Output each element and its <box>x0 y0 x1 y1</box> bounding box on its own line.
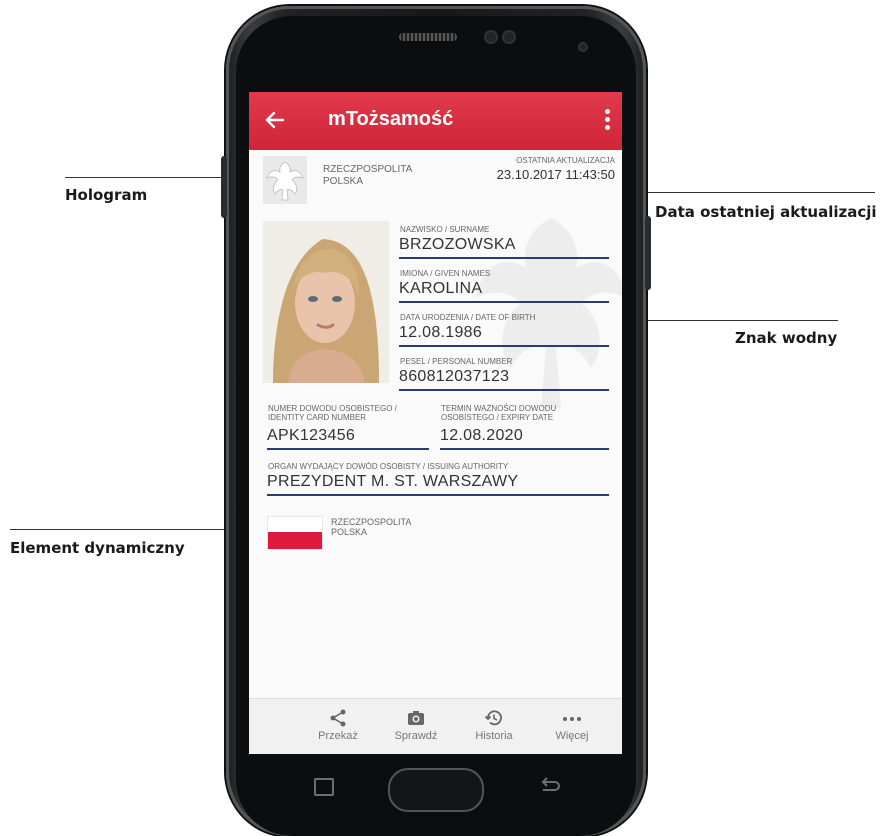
expiry-underline <box>440 448 609 450</box>
dob-value: 12.08.1986 <box>399 324 483 341</box>
holder-photo <box>263 221 389 383</box>
nav-przekaz[interactable]: Przekaż <box>303 699 373 754</box>
given-names-value: KAROLINA <box>399 280 483 297</box>
phone-frame: mTożsamość RZECZPOSPOLITA POLSKA OSTATNI… <box>221 6 651 836</box>
history-icon <box>484 710 502 726</box>
given-names-underline <box>399 301 609 303</box>
callout-element-dynamiczny: Element dynamiczny <box>10 539 185 557</box>
app-bar: mTożsamość <box>249 92 622 150</box>
expiry-value: 12.08.2020 <box>440 427 524 444</box>
sensor <box>502 30 516 44</box>
nav-label-wiecej: Więcej <box>555 730 589 742</box>
phone-screen: mTożsamość RZECZPOSPOLITA POLSKA OSTATNI… <box>249 92 622 754</box>
back-key-icon[interactable] <box>538 776 562 794</box>
share-icon <box>330 709 346 727</box>
nav-label-przekaz: Przekaż <box>318 730 358 742</box>
last-update-value: 23.10.2017 11:43:50 <box>496 167 615 182</box>
id-number-label: NUMER DOWODU OSOBISTEGO / IDENTITY CARD … <box>268 404 397 422</box>
back-arrow-icon[interactable] <box>261 106 289 134</box>
nav-wiecej[interactable]: Więcej <box>537 699 607 754</box>
callout-data-aktualizacji: Data ostatniej aktualizacji <box>655 203 877 221</box>
flag-country: RZECZPOSPOLITA POLSKA <box>331 517 412 537</box>
authority-underline <box>267 494 609 496</box>
callout-hologram: Hologram <box>65 186 148 204</box>
phone-side-button-left <box>221 156 227 218</box>
callout-znak-wodny: Znak wodny <box>735 329 838 347</box>
app-title: mTożsamość <box>328 108 454 130</box>
bottom-nav: Przekaż Sprawdź Historia Więcej <box>249 698 622 754</box>
pesel-label: PESEL / PERSONAL NUMBER <box>400 357 513 366</box>
nav-sprawdz[interactable]: Sprawdź <box>381 699 451 754</box>
dob-label: DATA URODZENIA / DATE OF BIRTH <box>400 313 536 322</box>
surname-label: NAZWISKO / SURNAME <box>400 225 490 234</box>
proximity-sensor <box>578 42 588 52</box>
pesel-underline <box>399 389 609 391</box>
nav-historia[interactable]: Historia <box>459 699 529 754</box>
surname-value: BRZOZOWSKA <box>399 236 516 253</box>
id-number-underline <box>267 448 429 450</box>
surname-underline <box>399 257 609 259</box>
home-button[interactable] <box>388 768 484 812</box>
eagle-hologram-icon <box>263 156 307 204</box>
more-icon <box>563 717 581 721</box>
nav-label-historia: Historia <box>475 730 513 742</box>
given-names-label: IMIONA / GIVEN NAMES <box>400 269 491 278</box>
id-card: RZECZPOSPOLITA POLSKA OSTATNIA AKTUALIZA… <box>249 150 622 698</box>
camera-icon <box>408 711 424 725</box>
dob-underline <box>399 345 609 347</box>
pesel-value: 860812037123 <box>399 368 510 385</box>
phone-speaker <box>399 33 457 41</box>
authority-label: ORGAN WYDAJĄCY DOWÓD OSOBISTY / ISSUING … <box>268 462 509 471</box>
header-country: RZECZPOSPOLITA POLSKA <box>323 164 413 187</box>
nav-label-sprawdz: Sprawdź <box>394 730 438 742</box>
front-camera <box>484 30 498 44</box>
authority-value: PREZYDENT M. ST. WARSZAWY <box>267 473 519 490</box>
overflow-menu-icon[interactable] <box>600 106 614 136</box>
expiry-label: TERMIN WAŻNOŚCI DOWODU OSOBISTEGO / EXPI… <box>441 404 557 422</box>
polish-flag-dynamic-element <box>267 516 323 550</box>
phone-side-button-right <box>645 216 651 290</box>
id-number-value: APK123456 <box>267 427 356 444</box>
last-update-label: OSTATNIA AKTUALIZACJA <box>516 156 615 165</box>
recent-apps-key[interactable] <box>314 778 334 796</box>
